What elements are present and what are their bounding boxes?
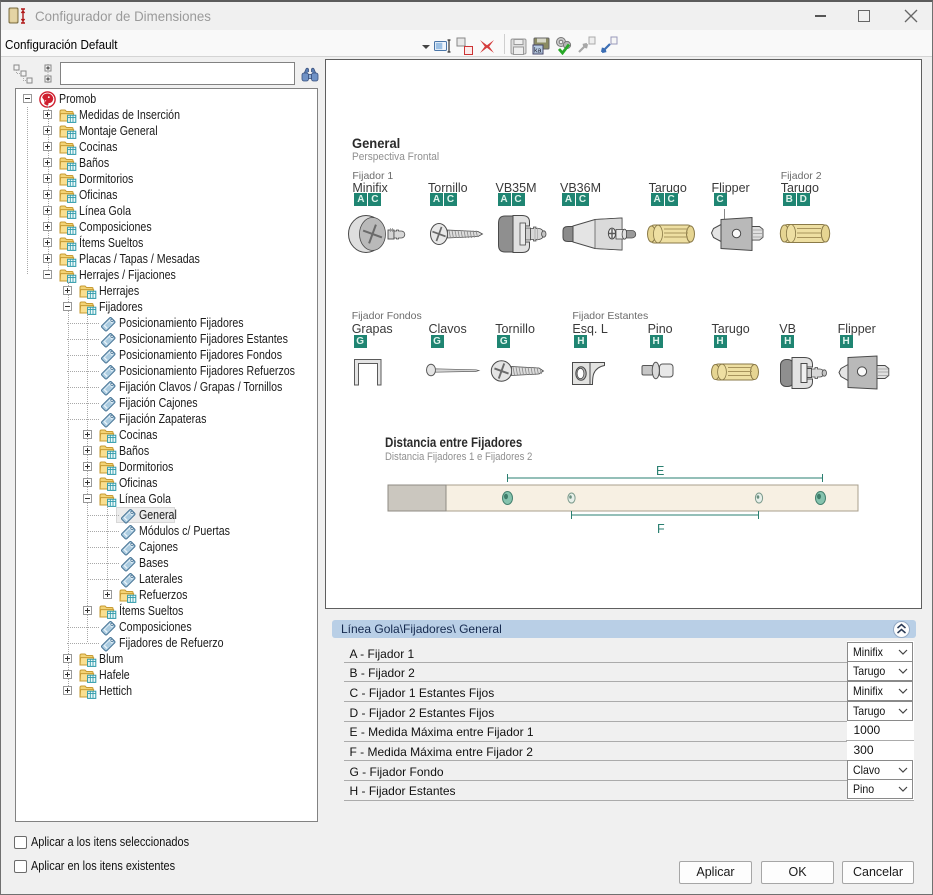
svg-text:E: E	[656, 464, 664, 478]
svg-text:ka: ka	[534, 48, 542, 55]
svg-text:F: F	[657, 522, 665, 536]
